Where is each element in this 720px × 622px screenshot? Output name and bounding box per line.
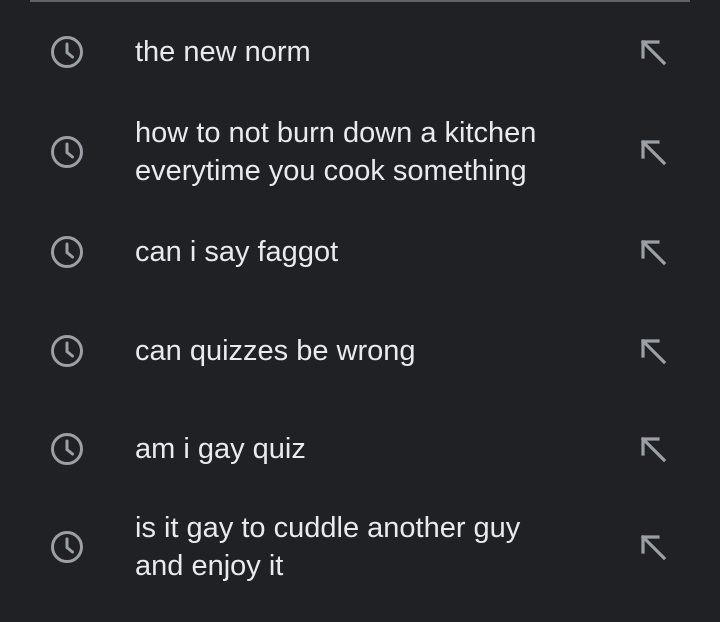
- history-clock-icon: [51, 433, 83, 465]
- history-item[interactable]: can i say faggot: [0, 202, 720, 302]
- history-item-label: can quizzes be wrong: [135, 335, 416, 367]
- history-item[interactable]: am i gay quiz: [0, 400, 720, 498]
- history-clock-icon: [51, 236, 83, 268]
- history-clock-icon: [51, 36, 83, 68]
- history-item[interactable]: is it gay to cuddle another guy and enjo…: [0, 498, 720, 596]
- insert-arrow-icon[interactable]: [636, 35, 670, 69]
- history-item-label: how to not burn down a kitchen everytime…: [135, 117, 537, 187]
- history-clock-icon: [51, 136, 83, 168]
- history-item-label: am i gay quiz: [135, 433, 306, 465]
- history-item[interactable]: can quizzes be wrong: [0, 302, 720, 400]
- history-item[interactable]: how to not burn down a kitchen everytime…: [0, 102, 720, 202]
- history-clock-icon: [51, 335, 83, 367]
- insert-arrow-icon[interactable]: [636, 530, 670, 564]
- history-item[interactable]: the new norm: [0, 2, 720, 102]
- insert-arrow-icon[interactable]: [636, 432, 670, 466]
- insert-arrow-icon[interactable]: [636, 135, 670, 169]
- history-item-label: can i say faggot: [135, 236, 339, 268]
- insert-arrow-icon[interactable]: [636, 334, 670, 368]
- history-clock-icon: [51, 531, 83, 563]
- history-item-label: the new norm: [135, 36, 311, 68]
- insert-arrow-icon[interactable]: [636, 235, 670, 269]
- search-history-list: the new norm how to not burn down a kitc…: [0, 2, 720, 596]
- history-item-label: is it gay to cuddle another guy and enjo…: [135, 512, 521, 582]
